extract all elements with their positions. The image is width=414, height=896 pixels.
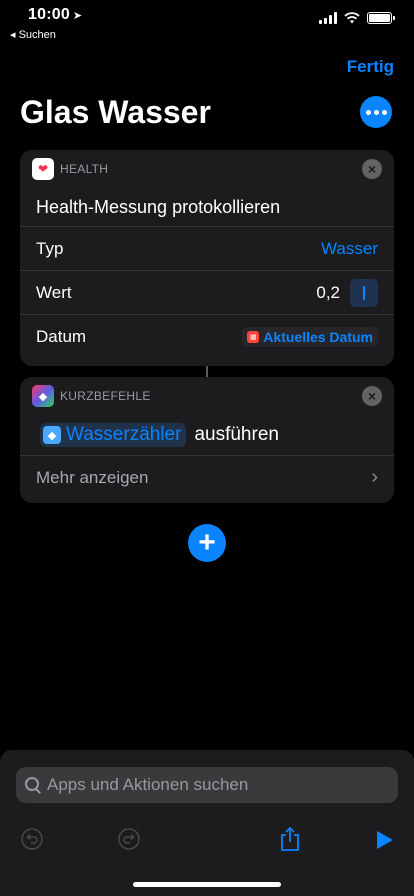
plus-icon[interactable]: + — [188, 524, 226, 562]
action-title: Health-Messung protokollieren — [36, 196, 281, 217]
variable-insert-button[interactable] — [350, 278, 378, 307]
run-label: ausführen — [194, 424, 279, 445]
shortcuts-icon: ◆ — [43, 426, 61, 444]
ellipsis-icon[interactable] — [360, 96, 392, 128]
card-header: ❤ HEALTH × — [20, 150, 394, 188]
search-icon — [25, 777, 41, 793]
date-token-label: Aktuelles Datum — [263, 328, 373, 345]
run-shortcut-line: ◆ Wasserzähler ausführen — [20, 415, 394, 455]
app-caption: HEALTH — [60, 162, 109, 176]
close-icon[interactable]: × — [362, 386, 382, 406]
chevron-right-icon: › — [371, 466, 378, 488]
status-icons — [319, 12, 395, 24]
show-more-row[interactable]: Mehr anzeigen › — [20, 455, 394, 499]
battery-icon — [367, 12, 395, 24]
date-token[interactable]: ▦ Aktuelles Datum — [242, 326, 378, 347]
card-header: ◆ KURZBEFEHLE × — [20, 377, 394, 415]
shortcut-name: Wasserzähler — [66, 424, 182, 445]
param-row-date[interactable]: Datum ▦ Aktuelles Datum — [20, 314, 394, 358]
location-arrow-icon: ➤ — [72, 10, 83, 22]
share-icon[interactable] — [279, 826, 301, 852]
action-connector — [206, 366, 208, 377]
search-placeholder: Apps und Aktionen suchen — [47, 775, 249, 794]
bottom-panel: Apps und Aktionen suchen — [0, 750, 414, 896]
value-field[interactable]: 0,2 — [316, 283, 340, 303]
health-action-card: ❤ HEALTH × Health-Messung protokollieren… — [20, 150, 394, 366]
heart-icon: ❤ — [32, 158, 54, 180]
show-more-label: Mehr anzeigen — [36, 467, 149, 487]
page-title: Glas Wasser — [20, 94, 211, 130]
play-icon[interactable] — [376, 830, 394, 850]
status-time: 10:00 ➤ — [28, 6, 83, 23]
search-input[interactable]: Apps und Aktionen suchen — [16, 767, 398, 803]
shortcuts-icon: ◆ — [32, 385, 54, 407]
back-to-search-link[interactable]: ◂ Suchen — [10, 28, 56, 41]
shortcut-token[interactable]: ◆ Wasserzähler — [40, 423, 187, 447]
shortcuts-action-card: ◆ KURZBEFEHLE × ◆ Wasserzähler ausführen… — [20, 377, 394, 503]
home-indicator — [133, 882, 281, 887]
calendar-icon: ▦ — [247, 330, 260, 343]
type-value[interactable]: Wasser — [321, 239, 378, 259]
wifi-icon — [344, 12, 360, 24]
done-button[interactable]: Fertig — [347, 57, 394, 77]
param-row-value[interactable]: Wert 0,2 — [20, 270, 394, 314]
signal-icon — [319, 12, 337, 24]
close-icon[interactable]: × — [362, 159, 382, 179]
param-label: Wert — [36, 282, 72, 302]
param-label: Datum — [36, 326, 87, 346]
redo-icon[interactable] — [118, 828, 140, 850]
undo-icon[interactable] — [21, 828, 43, 850]
param-label: Typ — [36, 238, 64, 258]
app-caption: KURZBEFEHLE — [60, 389, 151, 403]
param-row-type[interactable]: Typ Wasser — [20, 226, 394, 270]
